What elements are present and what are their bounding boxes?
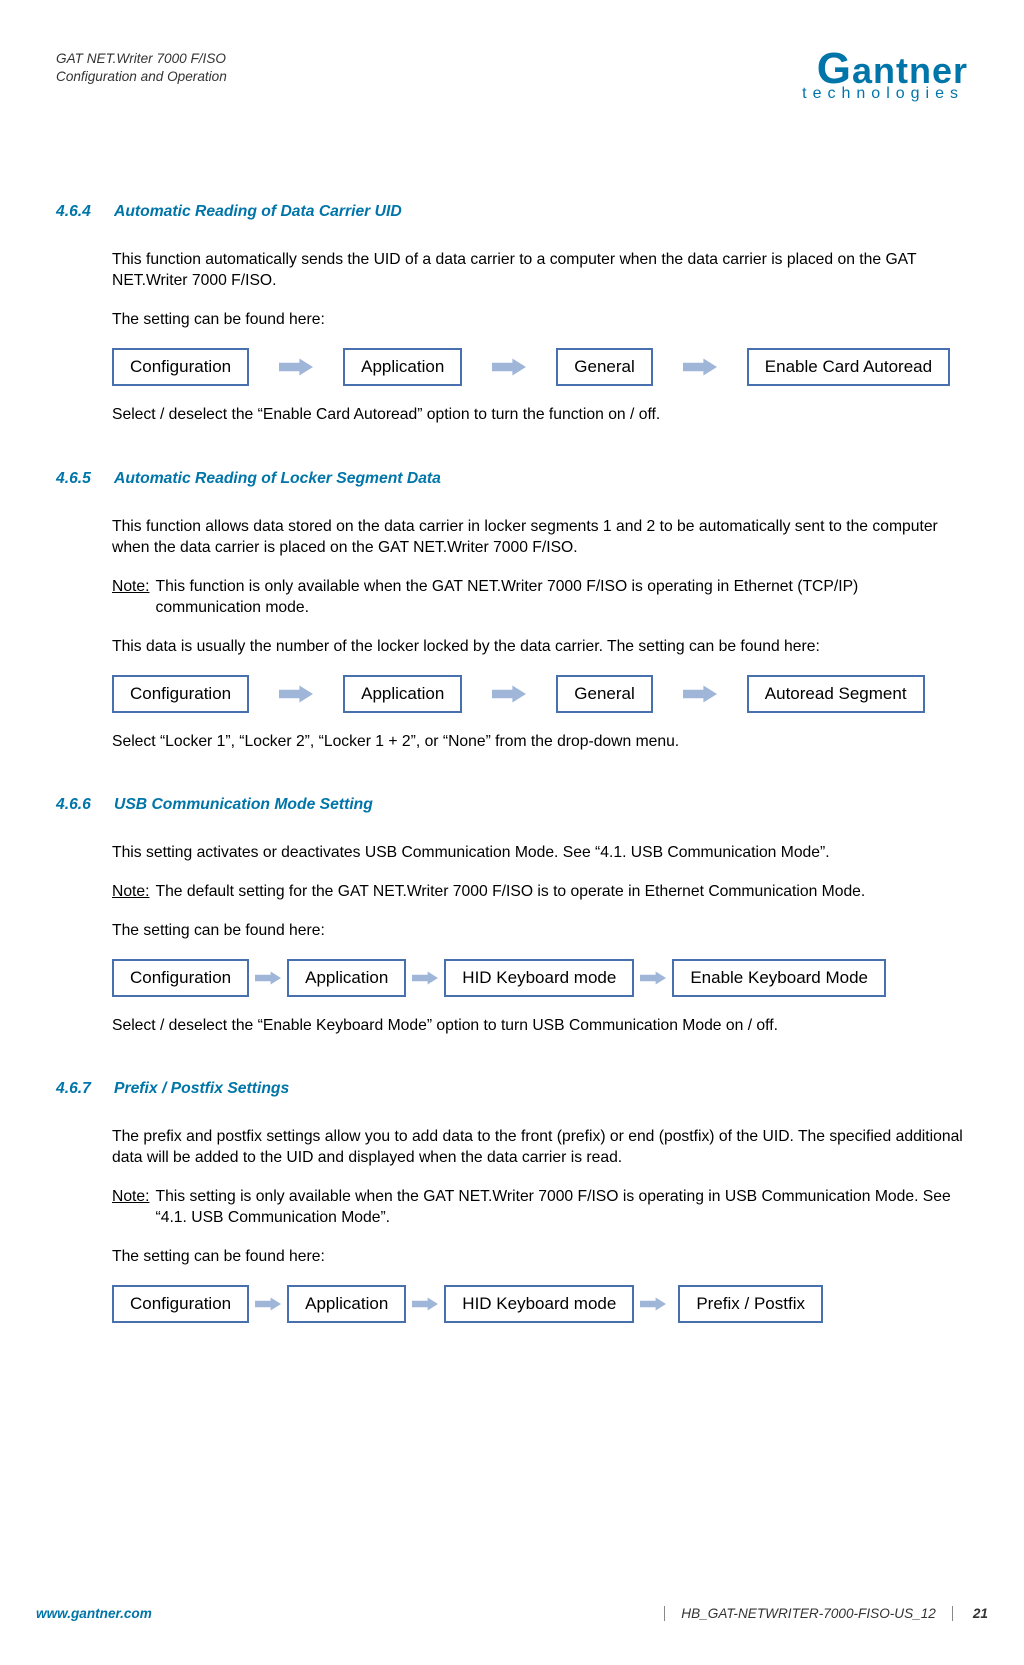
paragraph: This function automatically sends the UI…	[112, 249, 968, 291]
nav-step: General	[556, 348, 652, 386]
arrow-icon	[412, 968, 438, 988]
paragraph: The setting can be found here:	[112, 1246, 968, 1267]
note-text: This function is only available when the…	[156, 576, 969, 618]
nav-step: Prefix / Postfix	[678, 1285, 823, 1323]
paragraph: This data is usually the number of the l…	[112, 636, 968, 657]
paragraph: Select / deselect the “Enable Keyboard M…	[112, 1015, 968, 1036]
arrow-icon	[255, 968, 281, 988]
arrow-icon	[279, 684, 313, 704]
arrow-icon	[279, 357, 313, 377]
nav-step: Application	[287, 1285, 406, 1323]
brand-subtitle: technologies	[708, 85, 968, 103]
note-label: Note:	[112, 576, 156, 618]
nav-breadcrumb: Configuration Application General Autore…	[112, 675, 968, 713]
arrow-icon	[492, 684, 526, 704]
nav-step: Enable Card Autoread	[747, 348, 950, 386]
nav-step: General	[556, 675, 652, 713]
footer-doc-id: HB_GAT-NETWRITER-7000-FISO-US_12	[664, 1606, 953, 1621]
section-number: 4.6.5	[56, 470, 96, 502]
arrow-icon	[640, 1294, 666, 1314]
note-block: Note: This setting is only available whe…	[112, 1186, 968, 1228]
section-title: Prefix / Postfix Settings	[114, 1080, 289, 1098]
nav-step: Configuration	[112, 959, 249, 997]
nav-breadcrumb: Configuration Application General Enable…	[112, 348, 968, 386]
section-title: Automatic Reading of Data Carrier UID	[114, 203, 402, 221]
nav-step: Configuration	[112, 675, 249, 713]
footer-url: www.gantner.com	[36, 1606, 152, 1621]
section-4-6-5: 4.6.5 Automatic Reading of Locker Segmen…	[56, 470, 968, 752]
arrow-icon	[255, 1294, 281, 1314]
nav-step: Application	[343, 348, 462, 386]
nav-step: HID Keyboard mode	[444, 959, 634, 997]
header-line-2: Configuration and Operation	[56, 68, 227, 86]
section-title: USB Communication Mode Setting	[114, 796, 373, 814]
nav-step: Configuration	[112, 1285, 249, 1323]
nav-step: HID Keyboard mode	[444, 1285, 634, 1323]
paragraph: The setting can be found here:	[112, 920, 968, 941]
brand-logo: Gantner technologies	[708, 50, 968, 103]
note-label: Note:	[112, 1186, 156, 1228]
brand-name: Gantner	[708, 50, 968, 87]
arrow-icon	[492, 357, 526, 377]
section-4-6-4: 4.6.4 Automatic Reading of Data Carrier …	[56, 203, 968, 425]
document-page: GAT NET.Writer 7000 F/ISO Configuration …	[0, 0, 1024, 1665]
paragraph: Select / deselect the “Enable Card Autor…	[112, 404, 968, 425]
nav-step: Application	[287, 959, 406, 997]
nav-breadcrumb: Configuration Application HID Keyboard m…	[112, 1285, 968, 1323]
page-footer: www.gantner.com HB_GAT-NETWRITER-7000-FI…	[36, 1606, 988, 1621]
note-block: Note: This function is only available wh…	[112, 576, 968, 618]
nav-step: Autoread Segment	[747, 675, 925, 713]
paragraph: Select “Locker 1”, “Locker 2”, “Locker 1…	[112, 731, 968, 752]
section-title: Automatic Reading of Locker Segment Data	[114, 470, 441, 488]
section-4-6-7: 4.6.7 Prefix / Postfix Settings The pref…	[56, 1080, 968, 1323]
nav-breadcrumb: Configuration Application HID Keyboard m…	[112, 959, 968, 997]
section-number: 4.6.4	[56, 203, 96, 235]
note-text: The default setting for the GAT NET.Writ…	[156, 881, 866, 902]
paragraph: This function allows data stored on the …	[112, 516, 968, 558]
nav-step: Application	[343, 675, 462, 713]
section-4-6-6: 4.6.6 USB Communication Mode Setting Thi…	[56, 796, 968, 1036]
header-line-1: GAT NET.Writer 7000 F/ISO	[56, 50, 227, 68]
nav-step: Enable Keyboard Mode	[672, 959, 886, 997]
paragraph: This setting activates or deactivates US…	[112, 842, 968, 863]
arrow-icon	[412, 1294, 438, 1314]
section-number: 4.6.7	[56, 1080, 96, 1112]
note-text: This setting is only available when the …	[156, 1186, 969, 1228]
header-doc-title: GAT NET.Writer 7000 F/ISO Configuration …	[56, 50, 227, 87]
note-block: Note: The default setting for the GAT NE…	[112, 881, 968, 902]
arrow-icon	[683, 357, 717, 377]
nav-step: Configuration	[112, 348, 249, 386]
footer-page-number: 21	[953, 1606, 988, 1621]
note-label: Note:	[112, 881, 156, 902]
section-number: 4.6.6	[56, 796, 96, 828]
arrow-icon	[640, 968, 666, 988]
arrow-icon	[683, 684, 717, 704]
paragraph: The setting can be found here:	[112, 309, 968, 330]
paragraph: The prefix and postfix settings allow yo…	[112, 1126, 968, 1168]
page-header: GAT NET.Writer 7000 F/ISO Configuration …	[56, 50, 968, 103]
